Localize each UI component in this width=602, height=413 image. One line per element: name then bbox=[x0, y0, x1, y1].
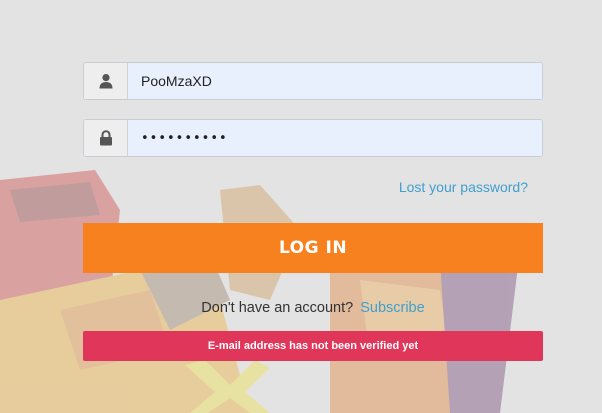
lock-icon bbox=[84, 120, 128, 156]
password-group bbox=[83, 119, 543, 157]
subscribe-link[interactable]: Subscribe bbox=[360, 300, 424, 316]
username-group bbox=[83, 62, 543, 100]
login-form: Lost your password? LOG IN Don't have an… bbox=[0, 0, 602, 413]
login-button[interactable]: LOG IN bbox=[83, 223, 543, 273]
error-alert: E-mail address has not been verified yet bbox=[83, 331, 543, 361]
signup-prompt-row: Don't have an account? Subscribe bbox=[83, 300, 543, 316]
forgot-password-link[interactable]: Lost your password? bbox=[399, 179, 528, 195]
signup-prompt-text: Don't have an account? bbox=[201, 300, 354, 316]
user-icon bbox=[84, 63, 128, 99]
password-input[interactable] bbox=[128, 120, 542, 156]
username-input[interactable] bbox=[128, 63, 542, 99]
